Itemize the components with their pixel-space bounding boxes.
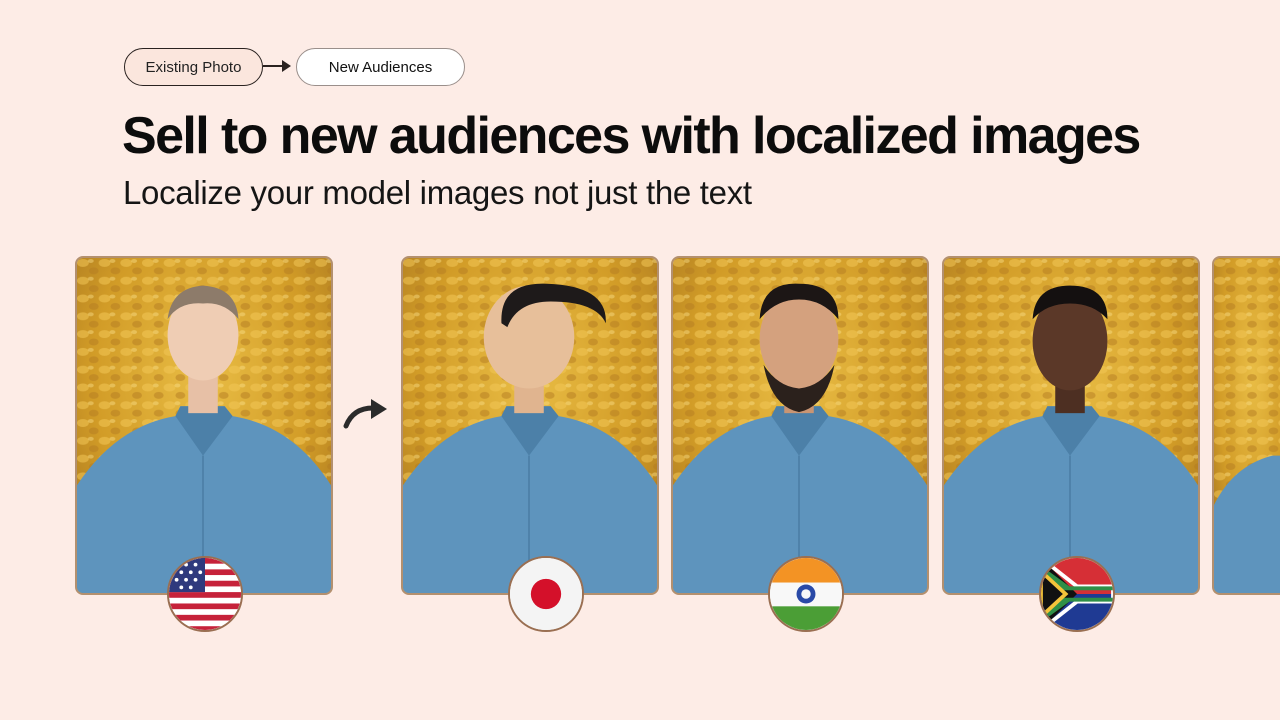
model-photo xyxy=(77,258,331,593)
india-photo-card xyxy=(671,256,929,595)
page-subtitle: Localize your model images not just the … xyxy=(123,174,752,211)
curved-arrow-icon xyxy=(343,399,387,429)
new-audiences-pill: New Audiences xyxy=(296,48,465,86)
original-photo-card xyxy=(75,256,333,595)
page-title: Sell to new audiences with localized ima… xyxy=(122,107,1141,165)
model-photo xyxy=(673,258,927,593)
india-flag-icon xyxy=(768,556,844,632)
existing-photo-pill: Existing Photo xyxy=(124,48,263,86)
south-africa-photo-card xyxy=(942,256,1200,595)
model-photo xyxy=(944,258,1198,593)
japan-flag-icon xyxy=(508,556,584,632)
model-photo xyxy=(403,258,657,593)
usa-flag-icon xyxy=(167,556,243,632)
arrow-right-icon xyxy=(263,60,291,72)
partial-photo-card xyxy=(1212,256,1280,595)
south-africa-flag-icon xyxy=(1039,556,1115,632)
japan-photo-card xyxy=(401,256,659,595)
model-photo xyxy=(1214,258,1280,593)
